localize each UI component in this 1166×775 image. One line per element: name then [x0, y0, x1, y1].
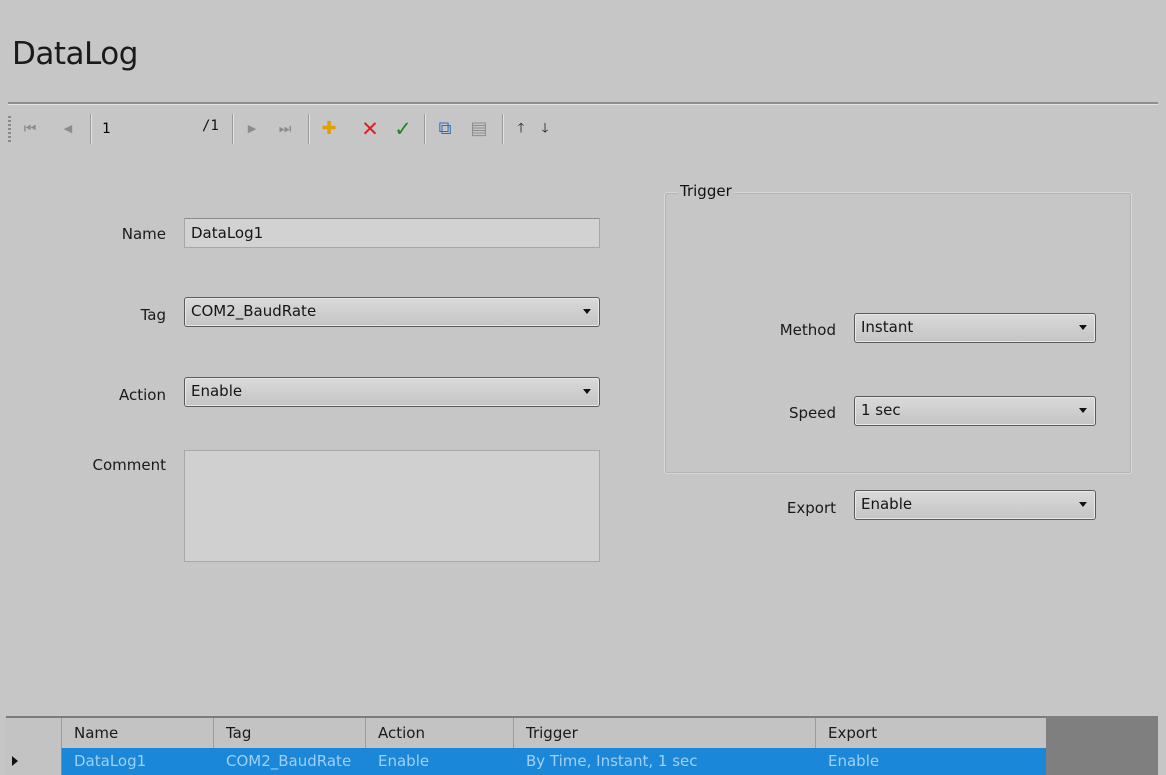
name-field[interactable]: DataLog1 [184, 218, 600, 248]
row-selector[interactable] [6, 748, 62, 775]
tag-value: COM2_BaudRate [191, 302, 317, 320]
paste-icon[interactable]: ▤ [468, 118, 490, 140]
record-total: /1 [202, 118, 219, 134]
export-dropdown[interactable]: Enable [854, 490, 1096, 520]
cell-trigger: By Time, Instant, 1 sec [526, 752, 698, 770]
speed-dropdown[interactable]: 1 sec [854, 396, 1096, 426]
column-header-export[interactable]: Export [816, 718, 1046, 748]
column-header-tag[interactable]: Tag [214, 718, 366, 748]
cell-name: DataLog1 [74, 752, 147, 770]
column-header-trigger[interactable]: Trigger [514, 718, 816, 748]
column-header-name[interactable]: Name [62, 718, 214, 748]
move-down-icon[interactable]: 🡓 [536, 118, 554, 140]
current-row-icon [12, 756, 18, 766]
export-value: Enable [861, 495, 913, 513]
speed-value: 1 sec [861, 401, 901, 419]
first-record-icon[interactable]: ⏮ [20, 118, 40, 140]
action-label: Action [119, 386, 166, 404]
add-icon[interactable]: ✚ [318, 118, 340, 140]
speed-label: Speed [788, 404, 836, 422]
current-record-input[interactable] [98, 116, 198, 142]
tag-dropdown[interactable]: COM2_BaudRate [184, 297, 600, 327]
toolbar-grip[interactable] [8, 116, 11, 142]
grid-header: Name Tag Action Trigger Export [6, 716, 1046, 748]
chevron-down-icon [1079, 325, 1087, 330]
copy-icon[interactable]: ⧉ [434, 118, 456, 140]
page-title: DataLog [12, 36, 138, 72]
toolbar-separator [308, 114, 310, 144]
comment-textarea[interactable] [184, 450, 600, 562]
trigger-group-title: Trigger [678, 182, 734, 200]
toolbar-separator [232, 114, 234, 144]
tag-label: Tag [140, 306, 166, 324]
toolbar-separator [502, 114, 504, 144]
last-record-icon[interactable]: ⏭ [274, 118, 296, 140]
previous-record-icon[interactable]: ◀ [60, 118, 76, 140]
next-record-icon[interactable]: ▶ [244, 118, 260, 140]
chevron-down-icon [1079, 408, 1087, 413]
method-label: Method [779, 321, 836, 339]
grid-empty-area [1046, 716, 1158, 775]
comment-label: Comment [92, 456, 167, 474]
export-label: Export [786, 499, 836, 517]
toolbar-separator [90, 114, 92, 144]
delete-icon[interactable]: ✕ [358, 118, 382, 140]
cell-action: Enable [378, 752, 430, 770]
apply-icon[interactable]: ✓ [392, 118, 414, 140]
action-value: Enable [191, 382, 243, 400]
datalog-grid: Name Tag Action Trigger Export DataLog1 … [6, 716, 1158, 775]
column-header-action[interactable]: Action [366, 718, 514, 748]
record-navigator-toolbar: ⏮ ◀ /1 ▶ ⏭ ✚ ✕ ✓ ⧉ ▤ 🡑 🡓 [6, 108, 1158, 150]
method-value: Instant [861, 318, 914, 336]
chevron-down-icon [583, 309, 591, 314]
chevron-down-icon [1079, 502, 1087, 507]
move-up-icon[interactable]: 🡑 [512, 118, 530, 140]
name-label: Name [121, 225, 166, 243]
method-dropdown[interactable]: Instant [854, 313, 1096, 343]
action-dropdown[interactable]: Enable [184, 377, 600, 407]
grid-corner [6, 718, 62, 748]
table-row[interactable]: DataLog1 COM2_BaudRate Enable By Time, I… [6, 748, 1046, 775]
cell-export: Enable [828, 752, 880, 770]
cell-tag: COM2_BaudRate [226, 752, 352, 770]
toolbar-separator [424, 114, 426, 144]
header-divider [8, 102, 1158, 105]
chevron-down-icon [583, 389, 591, 394]
